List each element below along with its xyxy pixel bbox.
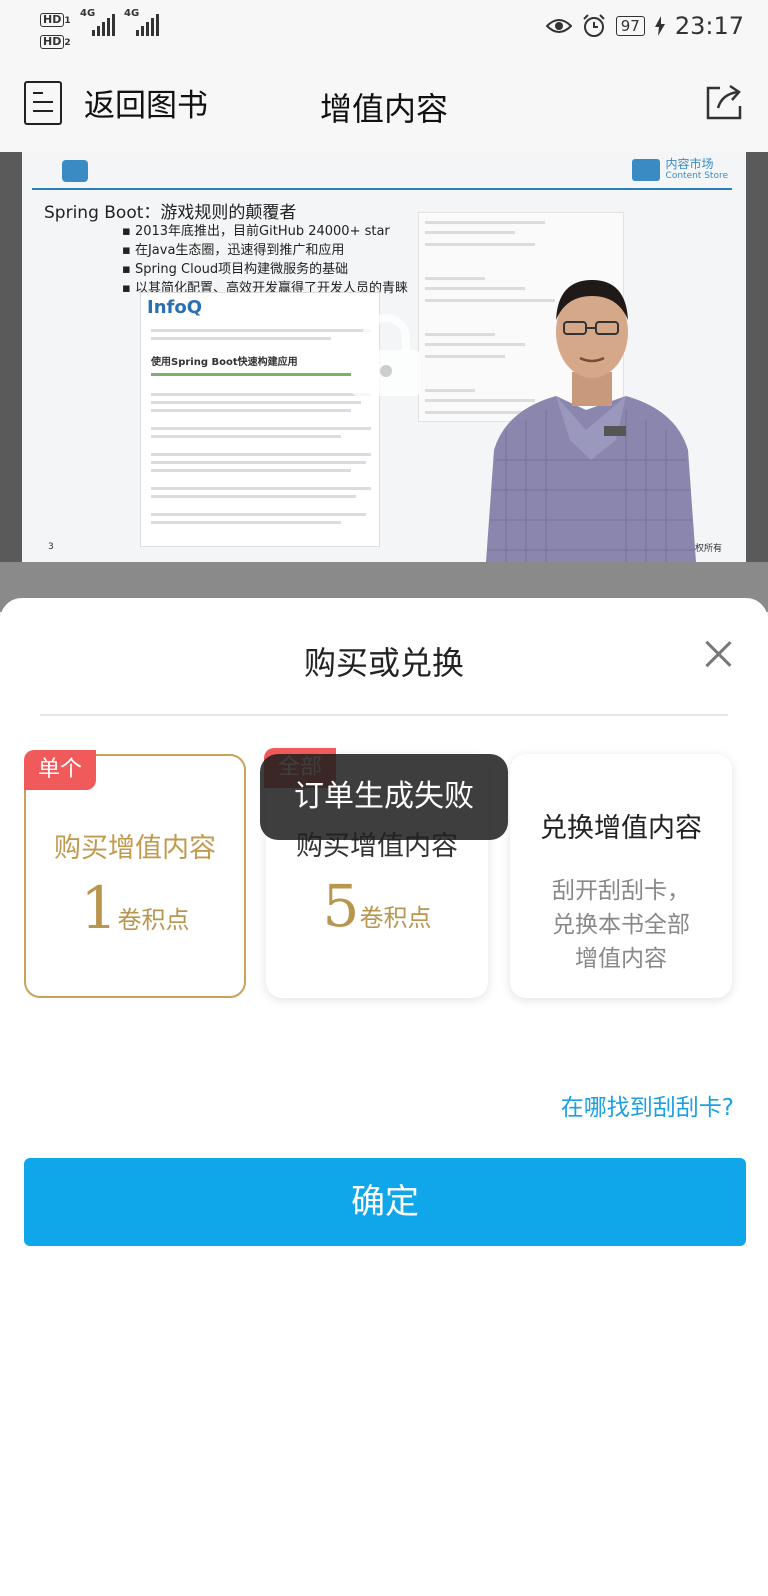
share-icon[interactable] (704, 82, 744, 122)
option-single[interactable]: 单个 购买增值内容 1卷积点 (24, 750, 246, 998)
article-heading: 使用Spring Boot快速构建应用 (151, 357, 298, 368)
hd-badge-1: HD (40, 13, 65, 27)
slide-bullet: Spring Cloud项目构建微服务的基础 (122, 260, 408, 279)
purchase-sheet: 购买或兑换 单个 购买增值内容 1卷积点 全部 购买增值内容 5卷积点 兑换增值… (0, 598, 768, 1596)
sheet-title: 购买或兑换 (303, 644, 464, 682)
option-title: 兑换增值内容 (540, 813, 702, 844)
find-scratch-card-link[interactable]: 在哪找到刮刮卡? (561, 1088, 734, 1122)
tag-single: 单个 (24, 750, 96, 790)
content-store-logo: 内容市场 Content Store (631, 158, 728, 182)
video-preview[interactable]: 内容市场 Content Store Spring Boot：游戏规则的颠覆者 … (0, 152, 768, 562)
slide-page-number: 3 (48, 542, 54, 552)
option-redeem[interactable]: 兑换增值内容 刮开刮刮卡， 兑换本书全部 增值内容 (510, 754, 732, 998)
article-screenshot: InfoQ 使用Spring Boot快速构建应用 (140, 292, 380, 547)
page-title: 增值内容 (319, 90, 448, 128)
alarm-icon (583, 14, 605, 37)
app-header: 返回图书 增值内容 (0, 56, 768, 152)
signal-icon-1: 4G (80, 8, 115, 36)
battery-level: 97 (615, 16, 645, 36)
clock: 23:17 (674, 12, 744, 40)
lock-icon (352, 314, 420, 396)
option-price: 5卷积点 (322, 872, 432, 940)
error-toast: 订单生成失败 (260, 754, 508, 840)
charging-icon (654, 16, 665, 36)
slide-logo-icon (62, 160, 88, 182)
slide-title: Spring Boot：游戏规则的颠覆者 (44, 203, 297, 223)
slide-bullet: 2013年底推出，目前GitHub 24000+ star (122, 222, 408, 241)
eye-icon (545, 19, 572, 33)
redeem-description: 刮开刮刮卡， 兑换本书全部 增值内容 (552, 878, 690, 972)
confirm-button[interactable]: 确定 (24, 1158, 746, 1246)
signal-icon-2: 4G (124, 8, 159, 36)
status-bar: HD 1 HD 2 4G 4G 97 23:17 (0, 0, 768, 56)
option-price: 1卷积点 (80, 874, 190, 942)
infoq-logo: InfoQ (147, 297, 203, 318)
status-right: 97 23:17 (545, 12, 744, 40)
divider (40, 714, 728, 716)
slide-bullet: 在Java生态圈，迅速得到推广和应用 (122, 241, 408, 260)
close-icon[interactable] (704, 640, 732, 668)
presenter-image (486, 280, 696, 562)
slide-bullets: 2013年底推出，目前GitHub 24000+ star 在Java生态圈，迅… (122, 222, 408, 298)
hd-badge-2: HD (40, 35, 65, 49)
option-title: 购买增值内容 (54, 833, 216, 864)
